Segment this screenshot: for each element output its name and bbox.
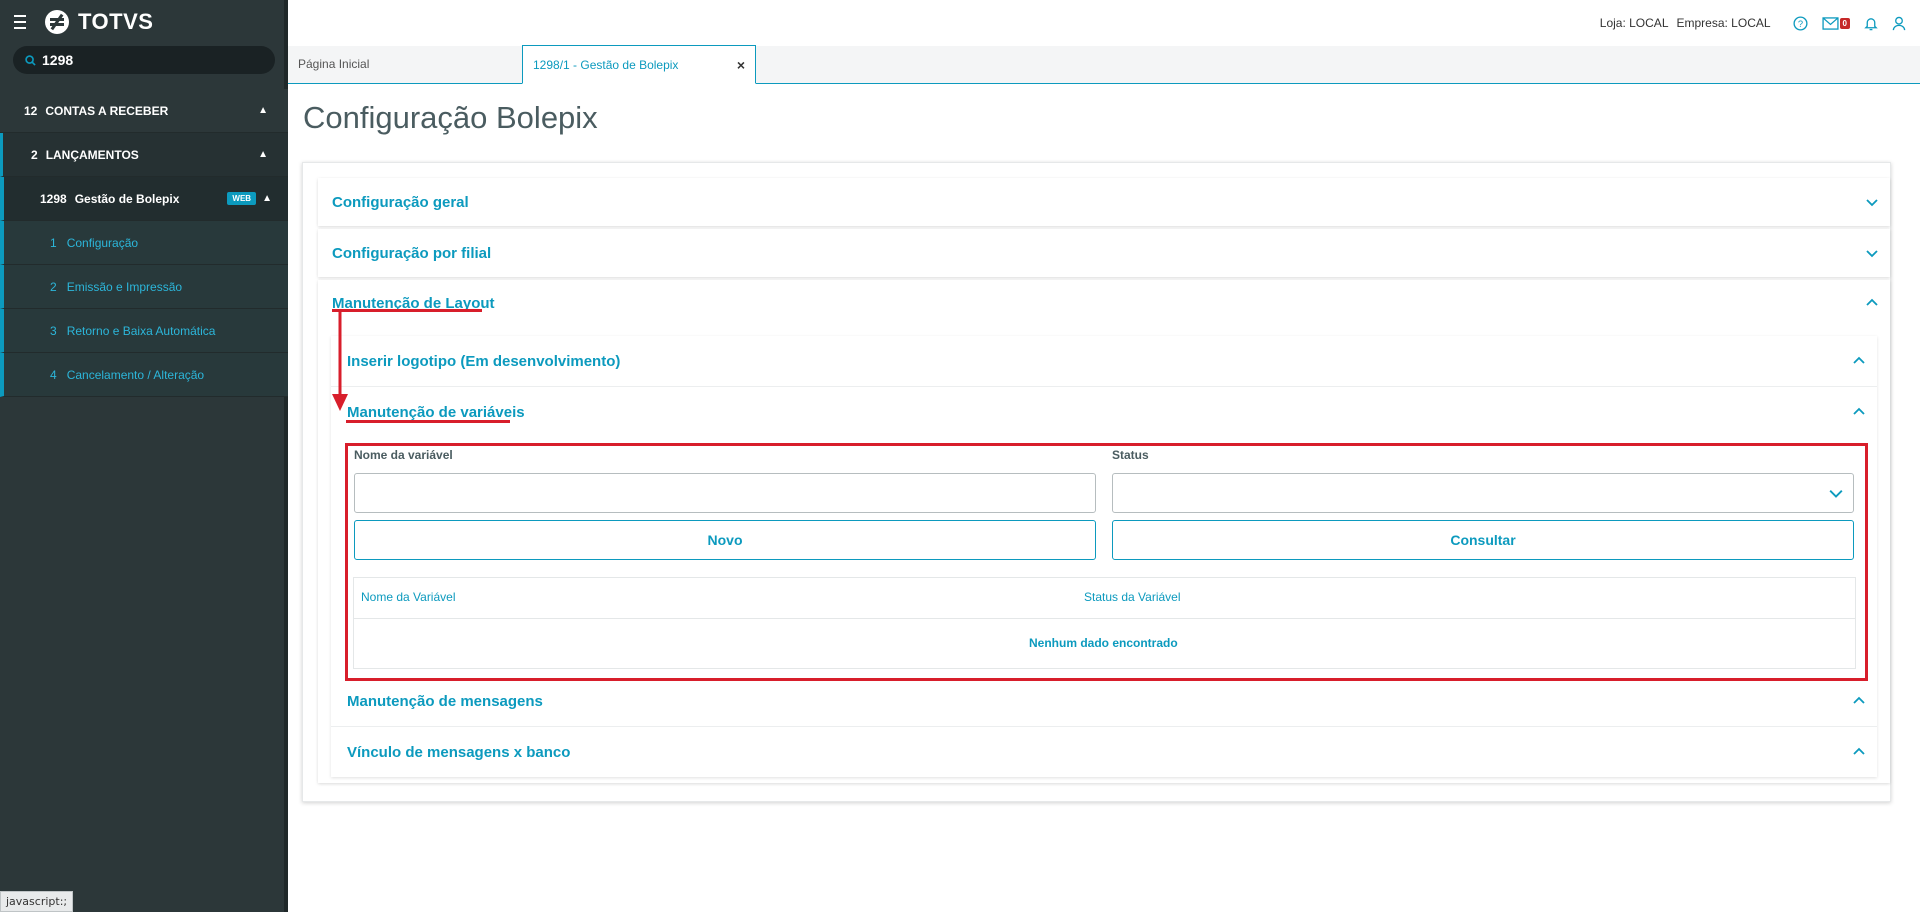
menu-item-label: LANÇAMENTOS bbox=[45, 147, 139, 162]
tab-pagina-inicial[interactable]: Página Inicial bbox=[288, 45, 522, 83]
accordion-header[interactable]: Configuração por filial bbox=[318, 229, 1890, 277]
menu-item-label: Retorno e Baixa Automática bbox=[66, 323, 216, 338]
top-bar: Loja: LOCAL Empresa: LOCAL ? 0 bbox=[288, 0, 1920, 46]
status-label: Status bbox=[1112, 448, 1149, 462]
annotation-arrow-icon bbox=[332, 312, 348, 411]
nome-variavel-label: Nome da variável bbox=[354, 448, 453, 462]
help-icon[interactable]: ? bbox=[1793, 15, 1808, 31]
hamburger-menu-icon[interactable] bbox=[14, 15, 30, 29]
tab-label: 1298/1 - Gestão de Bolepix bbox=[533, 57, 679, 72]
menu-item-number: 12 bbox=[24, 103, 38, 118]
chevron-up-icon: ▲ bbox=[262, 193, 272, 204]
subsection-manutencao-variaveis[interactable]: Manutenção de variáveis bbox=[331, 387, 1877, 437]
annotation-underline-layout bbox=[332, 309, 482, 312]
subsection-manutencao-mensagens[interactable]: Manutenção de mensagens bbox=[331, 676, 1877, 727]
accordion-title: Configuração geral bbox=[332, 193, 469, 211]
accordion-configuracao-geral: Configuração geral bbox=[318, 178, 1890, 226]
novo-button[interactable]: Novo bbox=[354, 520, 1096, 560]
accordion-header[interactable]: Manutenção de Layout bbox=[318, 280, 1890, 326]
accordion-title: Configuração por filial bbox=[332, 244, 492, 262]
empresa-context: Empresa: LOCAL bbox=[1676, 16, 1771, 30]
menu-search[interactable] bbox=[13, 46, 275, 74]
chevron-down-icon bbox=[1829, 490, 1843, 498]
subsection-title: Manutenção de mensagens bbox=[347, 692, 543, 710]
logo-text: TOTVS bbox=[78, 9, 154, 34]
empty-table-message: Nenhum dado encontrado bbox=[1029, 636, 1178, 650]
column-header-status[interactable]: Status da Variável bbox=[1084, 590, 1181, 604]
svg-text:?: ? bbox=[1797, 18, 1802, 28]
menu-tree: 12 CONTAS A RECEBER ▲ 2 LANÇAMENTOS ▲ 1298… bbox=[0, 89, 288, 397]
menu-item-number: 4 bbox=[50, 367, 57, 382]
menu-item-retorno-baixa[interactable]: 3 Retorno e Baixa Automática bbox=[0, 309, 288, 353]
tab-gestao-bolepix[interactable]: 1298/1 - Gestão de Bolepix × bbox=[522, 45, 756, 84]
subsection-title: Manutenção de variáveis bbox=[347, 403, 525, 421]
chevron-up-icon: ▲ bbox=[258, 105, 268, 116]
menu-item-lancamentos[interactable]: 2 LANÇAMENTOS ▲ bbox=[0, 133, 288, 177]
menu-item-number: 1 bbox=[50, 235, 57, 250]
menu-item-configuracao[interactable]: 1 Configuração bbox=[0, 221, 288, 265]
page-title: Configuração Bolepix bbox=[303, 100, 598, 135]
menu-item-label: Gestão de Bolepix bbox=[74, 191, 180, 206]
column-header-nome[interactable]: Nome da Variável bbox=[361, 590, 456, 604]
mail-count-badge: 0 bbox=[1839, 17, 1850, 29]
chevron-up-icon bbox=[1853, 696, 1865, 704]
chevron-down-icon bbox=[1866, 250, 1878, 258]
accordion-header[interactable]: Configuração geral bbox=[318, 178, 1890, 226]
bell-icon[interactable] bbox=[1864, 16, 1878, 31]
subsection-title: Inserir logotipo (Em desenvolvimento) bbox=[347, 352, 621, 370]
brand-bar: TOTVS bbox=[0, 0, 288, 44]
menu-item-number: 2 bbox=[31, 147, 38, 162]
chevron-down-icon bbox=[1866, 199, 1878, 207]
menu-item-label: Configuração bbox=[66, 235, 139, 250]
user-icon[interactable] bbox=[1892, 16, 1906, 31]
tab-label: Página Inicial bbox=[298, 57, 370, 71]
annotation-underline-variaveis bbox=[346, 420, 510, 423]
menu-item-gestao-bolepix[interactable]: 1298 Gestão de Bolepix WEB ▲ bbox=[0, 177, 288, 221]
web-badge: WEB bbox=[227, 192, 257, 205]
search-icon bbox=[25, 54, 36, 66]
subsection-vinculo-mensagens[interactable]: Vínculo de mensagens x banco bbox=[331, 727, 1877, 777]
menu-item-number: 2 bbox=[50, 279, 57, 294]
chevron-up-icon bbox=[1853, 407, 1865, 415]
menu-item-number: 1298 bbox=[40, 191, 67, 206]
menu-item-emissao-impressao[interactable]: 2 Emissão e Impressão bbox=[0, 265, 288, 309]
chevron-up-icon bbox=[1853, 356, 1865, 364]
menu-item-label: Cancelamento / Alteração bbox=[66, 367, 205, 382]
search-input[interactable] bbox=[42, 52, 242, 68]
menu-item-contas-a-receber[interactable]: 12 CONTAS A RECEBER ▲ bbox=[0, 89, 288, 133]
subsection-inserir-logotipo[interactable]: Inserir logotipo (Em desenvolvimento) bbox=[331, 336, 1877, 387]
tab-bar: Página Inicial 1298/1 - Gestão de Bolepi… bbox=[288, 45, 1920, 84]
chevron-up-icon bbox=[1866, 298, 1878, 306]
nome-variavel-input[interactable] bbox=[355, 474, 1095, 512]
loja-context: Loja: LOCAL bbox=[1599, 16, 1669, 30]
sidebar: TOTVS 12CONTAS A RECEBER ▲ 2LANÇAMENTOS … bbox=[0, 0, 288, 912]
chevron-up-icon: ▲ bbox=[258, 149, 268, 160]
chevron-up-icon bbox=[1853, 747, 1865, 755]
consultar-button[interactable]: Consultar bbox=[1112, 520, 1854, 560]
subsection-title: Vínculo de mensagens x banco bbox=[347, 743, 571, 761]
close-tab-icon[interactable]: × bbox=[737, 57, 745, 73]
totvs-logo-icon bbox=[45, 10, 69, 34]
menu-item-cancelamento[interactable]: 4 Cancelamento / Alteração bbox=[0, 353, 288, 397]
nome-variavel-field[interactable] bbox=[354, 473, 1096, 513]
menu-item-label: Emissão e Impressão bbox=[66, 279, 183, 294]
menu-item-number: 3 bbox=[50, 323, 57, 338]
accordion-configuracao-filial: Configuração por filial bbox=[318, 229, 1890, 277]
menu-item-label: CONTAS A RECEBER bbox=[45, 103, 169, 118]
status-select[interactable] bbox=[1112, 473, 1854, 513]
browser-status-bar: javascript:; bbox=[0, 891, 74, 912]
mail-icon[interactable]: 0 bbox=[1821, 16, 1850, 30]
totvs-logo[interactable]: TOTVS bbox=[44, 9, 153, 35]
